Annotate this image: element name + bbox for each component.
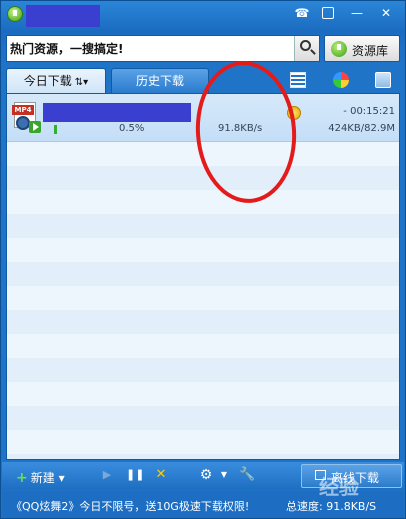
mp4-file-icon: MP4 [12,102,42,134]
minimize-icon[interactable]: — [349,5,365,21]
download-icon [331,41,347,57]
list-view-icon[interactable] [290,72,306,88]
play-badge-icon [29,121,41,133]
total-speed: 总速度: 91.8KB/S [286,500,377,513]
tab-today-downloads[interactable]: 今日下载 ⇅▾ [6,68,106,93]
new-task-label: 新建 [30,471,55,485]
search-button[interactable] [294,36,319,61]
app-logo-icon [7,6,23,22]
resource-library-label: 资源库 [352,44,389,58]
progress-fill [54,125,57,134]
start-icon[interactable]: ▶ [100,468,114,482]
chevron-down-icon[interactable]: ▼ [217,468,231,482]
chat-icon[interactable]: ☎ [294,5,310,21]
tab-history-label: 历史下载 [135,74,184,88]
plus-icon: + [16,470,28,486]
file-type-badge: MP4 [12,105,34,115]
tab-today-label: 今日下载 [23,74,72,88]
settings-gear-icon[interactable]: ⚙ [199,468,213,482]
search-box [6,35,320,62]
tab-history-downloads[interactable]: 历史下载 [111,68,209,93]
progress-bar [54,125,178,134]
search-icon [300,40,311,51]
sort-caret-icon: ⇅▾ [74,77,89,88]
search-input[interactable] [7,36,295,61]
menu-icon[interactable] [322,7,334,19]
pause-icon[interactable]: ❚❚ [126,468,144,482]
title-bar[interactable]: ☎ — ✕ [1,1,405,29]
time-remaining: - 00:15:21 [343,106,395,117]
app-window: ☎ — ✕ 资源库 今日下载⇅▾ 历史下载 MP4 [0,0,406,519]
delete-icon[interactable]: ✕ [154,468,168,482]
file-size: 424KB/82.9M [328,123,395,134]
film-reel-icon [16,116,30,130]
watermark-text: 经验 [319,475,359,499]
close-icon[interactable]: ✕ [378,5,394,21]
resource-library-button[interactable]: 资源库 [324,35,400,62]
promo-link[interactable]: 《QQ炫舞2》今日不限号，送10G极速下载权限! [11,498,249,514]
new-task-button[interactable]: + 新建 ▾ [16,469,65,486]
trash-icon[interactable] [375,72,391,88]
file-name [43,103,191,122]
progress-percent: 0.5% [119,123,145,134]
skin-icon[interactable] [333,72,349,88]
wrench-icon[interactable]: 🔧 [239,468,255,482]
window-title [26,5,100,27]
